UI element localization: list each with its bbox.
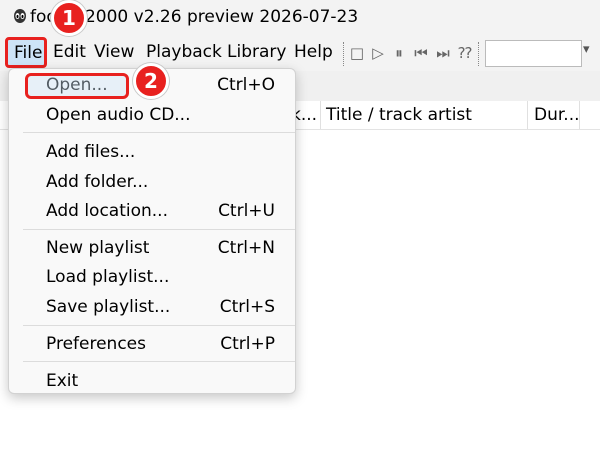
toolbar-separator: [343, 42, 346, 66]
menu-item-label: Load playlist...: [46, 267, 170, 287]
menu-item-shortcut: Ctrl+S: [219, 297, 275, 317]
title-bar: foobar2000 v2.26 preview 2026-07-23: [0, 0, 600, 36]
next-icon[interactable]: ⏭: [433, 42, 453, 64]
menu-help[interactable]: Help: [294, 42, 333, 62]
menu-item-shortcut: Ctrl+O: [217, 75, 275, 95]
menu-item-add-folder[interactable]: Add folder...: [13, 169, 291, 197]
foobar2000-window: foobar2000 v2.26 preview 2026-07-23 Edit…: [0, 0, 600, 455]
menu-file[interactable]: File: [5, 37, 47, 68]
previous-icon[interactable]: ⏮: [411, 42, 431, 64]
step-badge-1: 1: [51, 0, 87, 36]
foobar-alien-icon: [14, 9, 26, 23]
menu-item-label: Add files...: [46, 142, 136, 162]
menu-item-shortcut: Ctrl+U: [218, 201, 275, 221]
menu-edit[interactable]: Edit: [53, 42, 86, 62]
chevron-down-icon[interactable]: ▾: [583, 42, 590, 57]
menu-separator: [23, 361, 295, 362]
column-header-duration[interactable]: Dur...: [534, 105, 580, 125]
menu-item-new-playlist[interactable]: New playlist Ctrl+N: [13, 235, 291, 263]
toolbar-separator: [478, 42, 481, 66]
menu-separator: [23, 229, 295, 230]
menu-item-open-audio-cd[interactable]: Open audio CD...: [13, 102, 291, 130]
stop-icon[interactable]: □: [347, 42, 367, 64]
menu-item-label: Exit: [46, 371, 79, 391]
menu-item-add-location[interactable]: Add location... Ctrl+U: [13, 198, 291, 226]
random-icon[interactable]: ⁇: [455, 42, 475, 64]
menu-item-save-playlist[interactable]: Save playlist... Ctrl+S: [13, 294, 291, 322]
column-divider[interactable]: [579, 101, 580, 129]
menu-item-exit[interactable]: Exit: [13, 368, 291, 396]
menu-file-label: File: [14, 43, 43, 63]
menu-item-add-files[interactable]: Add files...: [13, 139, 291, 167]
menu-item-label: Save playlist...: [46, 297, 171, 317]
pause-icon[interactable]: ⏸: [389, 42, 409, 64]
menu-item-label: New playlist: [46, 238, 150, 258]
menu-playback[interactable]: Playback: [146, 42, 222, 62]
file-menu-dropdown: Open... Ctrl+O Open audio CD... Add file…: [8, 68, 296, 394]
step-badge-2: 2: [133, 63, 169, 99]
menu-item-preferences[interactable]: Preferences Ctrl+P: [13, 331, 291, 359]
open-item-highlight: [25, 73, 129, 99]
menu-view[interactable]: View: [94, 42, 134, 62]
play-icon[interactable]: ▷: [368, 42, 388, 64]
column-divider[interactable]: [527, 101, 528, 129]
column-header-title[interactable]: Title / track artist: [326, 105, 472, 125]
menu-item-label: Preferences: [46, 334, 146, 354]
menu-separator: [23, 325, 295, 326]
menu-item-load-playlist[interactable]: Load playlist...: [13, 264, 291, 292]
menu-item-shortcut: Ctrl+P: [220, 334, 275, 354]
menu-item-label: Add location...: [46, 201, 168, 221]
menu-item-label: Open audio CD...: [46, 105, 191, 125]
menu-item-shortcut: Ctrl+N: [217, 238, 275, 258]
seek-bar[interactable]: [485, 40, 582, 67]
column-divider[interactable]: [320, 101, 321, 129]
menu-item-label: Add folder...: [46, 172, 149, 192]
menu-separator: [23, 132, 295, 133]
menu-library[interactable]: Library: [227, 42, 286, 62]
